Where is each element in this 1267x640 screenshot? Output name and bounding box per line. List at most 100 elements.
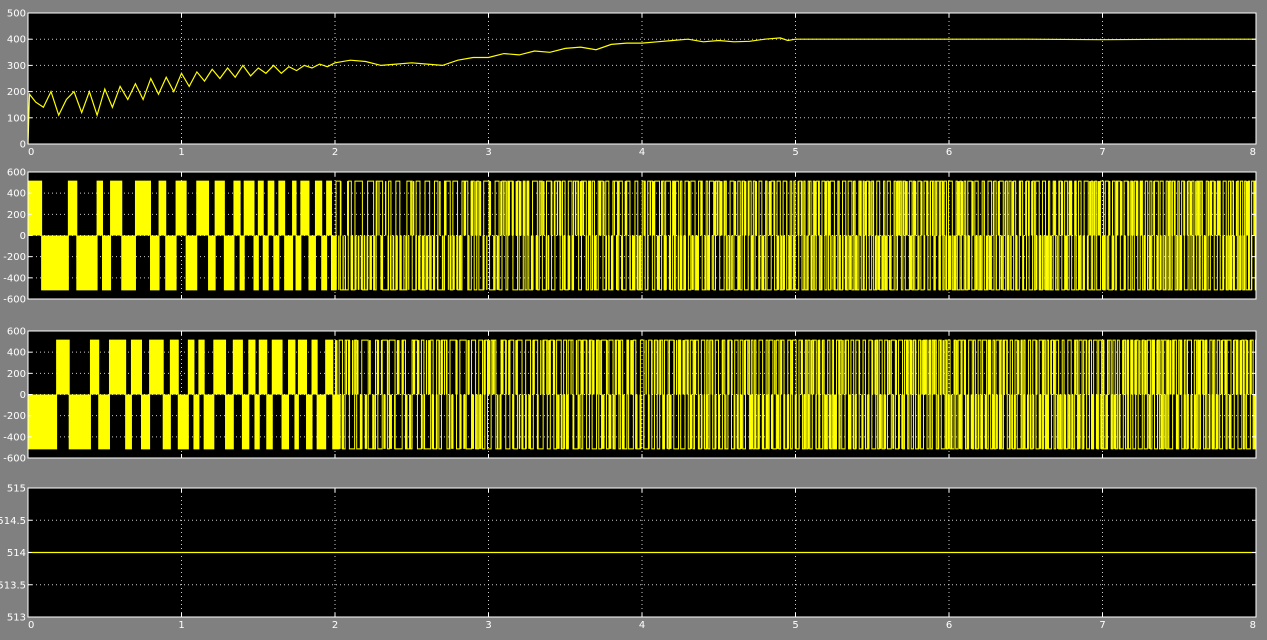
pulse-block <box>577 181 579 236</box>
pulse-block <box>1166 340 1169 395</box>
pulse-block <box>707 235 710 290</box>
pulse-block <box>734 181 737 236</box>
pulse-block <box>1012 181 1014 236</box>
y-tick-label: 0 <box>20 231 26 242</box>
pulse-block <box>1215 394 1219 449</box>
pulse-block <box>1050 340 1052 395</box>
pulse-block <box>1082 235 1085 290</box>
pulse-block <box>1004 181 1006 236</box>
pulse-block <box>773 181 776 236</box>
pulse-block <box>98 394 110 449</box>
pulse-block <box>1045 394 1049 449</box>
pulse-block <box>630 340 633 395</box>
y-tick-label: 300 <box>7 61 26 72</box>
pulse-block <box>688 181 691 236</box>
pulse-block <box>913 181 917 236</box>
pulse-block <box>149 340 164 395</box>
pulse-block <box>405 394 408 449</box>
pulse-block <box>1032 394 1035 449</box>
pulse-block <box>852 181 855 236</box>
pulse-block <box>864 181 867 236</box>
pulse-block <box>1203 235 1207 290</box>
pulse-block <box>505 340 507 395</box>
pulse-block <box>984 394 987 449</box>
pulse-block <box>150 235 160 290</box>
pulse-block <box>937 394 939 449</box>
scope-figure: 01002003004005000 1 2 3 4 5 6 7 8 -600-400-20002… <box>0 0 1267 640</box>
pulse-block <box>716 181 719 236</box>
pulse-block <box>638 235 642 290</box>
pulse-block <box>511 181 514 236</box>
pulse-block <box>855 235 858 290</box>
pulse-block <box>678 340 681 395</box>
pulse-block <box>1074 181 1077 236</box>
pulse-block <box>1243 235 1246 290</box>
pulse-block <box>579 181 582 236</box>
y-tick-label: 500 <box>7 9 26 20</box>
pulse-block <box>1208 181 1210 236</box>
pulse-block <box>1111 235 1115 290</box>
pulse-block <box>497 394 499 449</box>
pulse-block <box>1102 340 1105 395</box>
pulse-block <box>546 340 548 395</box>
pulse-block <box>636 235 638 290</box>
pulse-block <box>747 340 749 395</box>
pulse-block <box>1183 394 1186 449</box>
pulse-block <box>300 181 309 236</box>
pulse-block <box>439 340 441 395</box>
pulse-block <box>731 235 733 290</box>
pulse-block <box>808 181 810 236</box>
pulse-block <box>410 181 412 236</box>
pulse-block <box>1026 394 1029 449</box>
pulse-block <box>810 235 813 290</box>
pulse-block <box>643 394 645 449</box>
pulse-block <box>621 394 625 449</box>
y-tick-label: 200 <box>7 369 26 380</box>
pulse-block <box>839 235 841 290</box>
pulse-block <box>918 235 920 290</box>
pulse-block <box>1031 181 1033 236</box>
pulse-block <box>530 235 534 290</box>
pulse-block <box>608 394 612 449</box>
pulse-block <box>507 181 510 236</box>
pulse-block <box>501 340 504 395</box>
pulse-block <box>28 181 42 236</box>
pulse-block <box>659 340 662 395</box>
x-tick-label: 2 <box>332 620 338 631</box>
pulse-block <box>1208 394 1211 449</box>
pulse-block <box>1108 181 1111 236</box>
pulse-block <box>1020 340 1023 395</box>
pulse-block <box>215 181 225 236</box>
x-tick-label: 7 <box>1099 147 1105 158</box>
pulse-block <box>240 235 245 290</box>
pulse-block <box>347 340 351 395</box>
pulse-block <box>339 394 341 449</box>
pulse-block <box>224 235 234 290</box>
pulse-block <box>693 340 697 395</box>
pulse-block <box>1126 340 1129 395</box>
pulse-block <box>1025 181 1027 236</box>
pulse-block <box>575 340 578 395</box>
pulse-block <box>985 235 988 290</box>
pulse-block <box>804 235 806 290</box>
pulse-block <box>1006 340 1008 395</box>
pulse-block <box>724 181 726 236</box>
pulse-block <box>483 340 486 395</box>
pulse-block <box>1213 181 1216 236</box>
pulse-block <box>463 181 467 236</box>
pulse-block <box>727 340 730 395</box>
pulse-block <box>1179 340 1182 395</box>
pulse-block <box>721 340 724 395</box>
pulse-block <box>803 394 806 449</box>
pulse-block <box>713 181 716 236</box>
pulse-block <box>163 394 171 449</box>
pulse-block <box>793 235 796 290</box>
pulse-block <box>761 394 765 449</box>
pulse-block <box>428 340 431 395</box>
pulse-block <box>879 394 882 449</box>
pulse-block <box>273 235 279 290</box>
pulse-block <box>599 340 601 395</box>
pulse-block <box>1235 340 1238 395</box>
pulse-block <box>1190 394 1193 449</box>
pulse-block <box>378 181 380 236</box>
